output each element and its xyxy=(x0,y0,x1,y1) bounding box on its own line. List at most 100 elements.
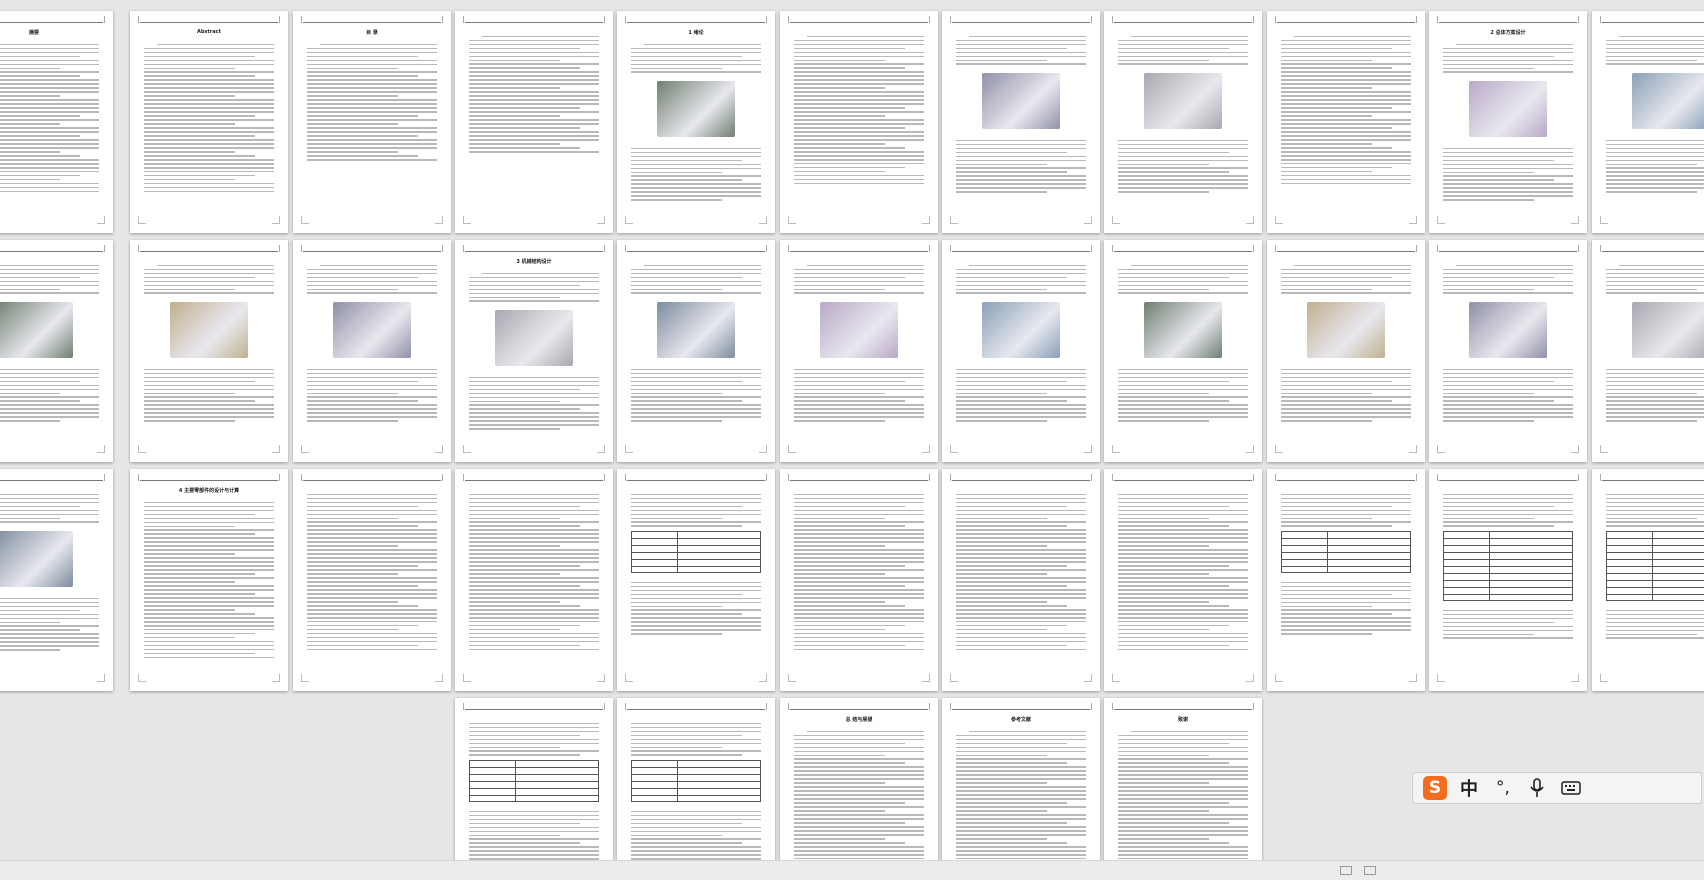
text-block xyxy=(1606,262,1704,296)
page-header-rule xyxy=(463,16,605,23)
text-block xyxy=(794,491,924,653)
text-block xyxy=(144,499,274,661)
text-block xyxy=(1443,366,1573,424)
figure-image xyxy=(1144,73,1222,129)
page-thumbnail[interactable] xyxy=(1429,469,1587,691)
text-block xyxy=(0,595,99,653)
page-thumbnail[interactable] xyxy=(942,240,1100,462)
page-thumbnail[interactable] xyxy=(1592,240,1704,462)
page-header-rule xyxy=(301,474,443,481)
page-thumbnail[interactable] xyxy=(617,469,775,691)
text-block xyxy=(469,808,599,866)
text-block xyxy=(1443,41,1573,75)
page-header-rule xyxy=(301,245,443,252)
text-block xyxy=(631,579,761,637)
text-block xyxy=(1281,262,1411,296)
figure-image xyxy=(657,302,735,358)
figure-image xyxy=(0,302,73,358)
page-thumbnail[interactable] xyxy=(0,240,113,462)
keyboard-icon[interactable] xyxy=(1559,776,1583,800)
page-thumbnail[interactable]: 目 录 xyxy=(293,11,451,233)
page-header-rule xyxy=(1437,245,1579,252)
page-header-rule xyxy=(788,703,930,710)
page-header-rule xyxy=(138,16,280,23)
page-thumbnail[interactable] xyxy=(780,240,938,462)
page-header-rule xyxy=(950,16,1092,23)
page-thumbnail[interactable]: 2 总体方案设计 xyxy=(1429,11,1587,233)
text-block xyxy=(631,808,761,866)
page-header-rule xyxy=(1600,474,1704,481)
page-thumbnail[interactable] xyxy=(1104,469,1262,691)
page-header-rule xyxy=(625,16,767,23)
data-table xyxy=(1281,531,1411,573)
page-thumbnail[interactable]: 致谢 xyxy=(1104,698,1262,879)
page-thumbnail[interactable]: 3 机械结构设计 xyxy=(455,240,613,462)
page-header-rule xyxy=(1112,245,1254,252)
text-block xyxy=(144,41,274,195)
page-thumbnail[interactable] xyxy=(1104,240,1262,462)
figure-image xyxy=(982,73,1060,129)
page-title: Abstract xyxy=(196,29,221,35)
page-header-rule xyxy=(138,474,280,481)
page-thumbnail[interactable]: Abstract xyxy=(130,11,288,233)
page-title: 总 结与展望 xyxy=(845,717,873,723)
layout-icon[interactable] xyxy=(1364,866,1376,875)
page-header-rule xyxy=(1112,474,1254,481)
page-thumbnail[interactable] xyxy=(617,240,775,462)
page-thumbnail[interactable] xyxy=(1267,240,1425,462)
document-thumbnail-grid[interactable]: 摘要 Abstract 目 录 1 绪论 2 总体方案设计 3 机械结构设计 4 主要零部件… xyxy=(0,0,1704,879)
text-block xyxy=(1606,607,1704,641)
text-block xyxy=(1281,366,1411,424)
page-thumbnail[interactable] xyxy=(780,11,938,233)
page-thumbnail[interactable] xyxy=(293,240,451,462)
page-thumbnail[interactable] xyxy=(1429,240,1587,462)
text-block xyxy=(631,366,761,424)
text-block xyxy=(631,491,761,529)
page-thumbnail[interactable] xyxy=(455,11,613,233)
data-table xyxy=(631,760,761,802)
text-block xyxy=(469,33,599,155)
page-thumbnail[interactable] xyxy=(455,469,613,691)
page-thumbnail[interactable] xyxy=(942,11,1100,233)
ime-language-toggle[interactable]: 中 xyxy=(1457,776,1481,800)
page-title: 1 绪论 xyxy=(688,30,704,36)
page-thumbnail[interactable] xyxy=(130,240,288,462)
page-header-rule xyxy=(0,245,105,252)
page-thumbnail[interactable]: 参考文献 xyxy=(942,698,1100,879)
data-table xyxy=(1443,531,1573,601)
ime-punctuation-toggle[interactable]: °, xyxy=(1491,776,1515,800)
page-thumbnail[interactable] xyxy=(0,469,113,691)
data-table xyxy=(631,531,761,573)
page-thumbnail[interactable] xyxy=(942,469,1100,691)
figure-image xyxy=(170,302,248,358)
page-thumbnail[interactable] xyxy=(617,698,775,879)
page-thumbnail[interactable] xyxy=(1104,11,1262,233)
page-thumbnail[interactable]: 1 绪论 xyxy=(617,11,775,233)
page-header-rule xyxy=(463,245,605,252)
text-block xyxy=(1118,728,1248,879)
page-thumbnail[interactable]: 总 结与展望 xyxy=(780,698,938,879)
page-thumbnail[interactable]: 摘要 xyxy=(0,11,113,233)
page-header-rule xyxy=(301,16,443,23)
page-thumbnail[interactable] xyxy=(1267,469,1425,691)
page-title: 致谢 xyxy=(1177,717,1188,723)
text-block xyxy=(956,491,1086,653)
text-block xyxy=(956,262,1086,296)
page-view-icon[interactable] xyxy=(1340,866,1352,875)
text-block xyxy=(1118,491,1248,653)
page-header-rule xyxy=(1112,16,1254,23)
text-block xyxy=(1281,579,1411,637)
ime-logo-icon[interactable]: S xyxy=(1423,776,1447,800)
text-block xyxy=(469,491,599,653)
page-thumbnail[interactable] xyxy=(1592,469,1704,691)
page-title: 3 机械结构设计 xyxy=(516,259,552,265)
page-thumbnail[interactable] xyxy=(1267,11,1425,233)
page-thumbnail[interactable] xyxy=(1592,11,1704,233)
page-header-rule xyxy=(788,16,930,23)
page-thumbnail[interactable] xyxy=(455,698,613,879)
page-thumbnail[interactable] xyxy=(780,469,938,691)
page-thumbnail[interactable] xyxy=(293,469,451,691)
page-thumbnail[interactable]: 4 主要零部件的设计与计算 xyxy=(130,469,288,691)
text-block xyxy=(307,262,437,296)
microphone-icon[interactable] xyxy=(1525,776,1549,800)
